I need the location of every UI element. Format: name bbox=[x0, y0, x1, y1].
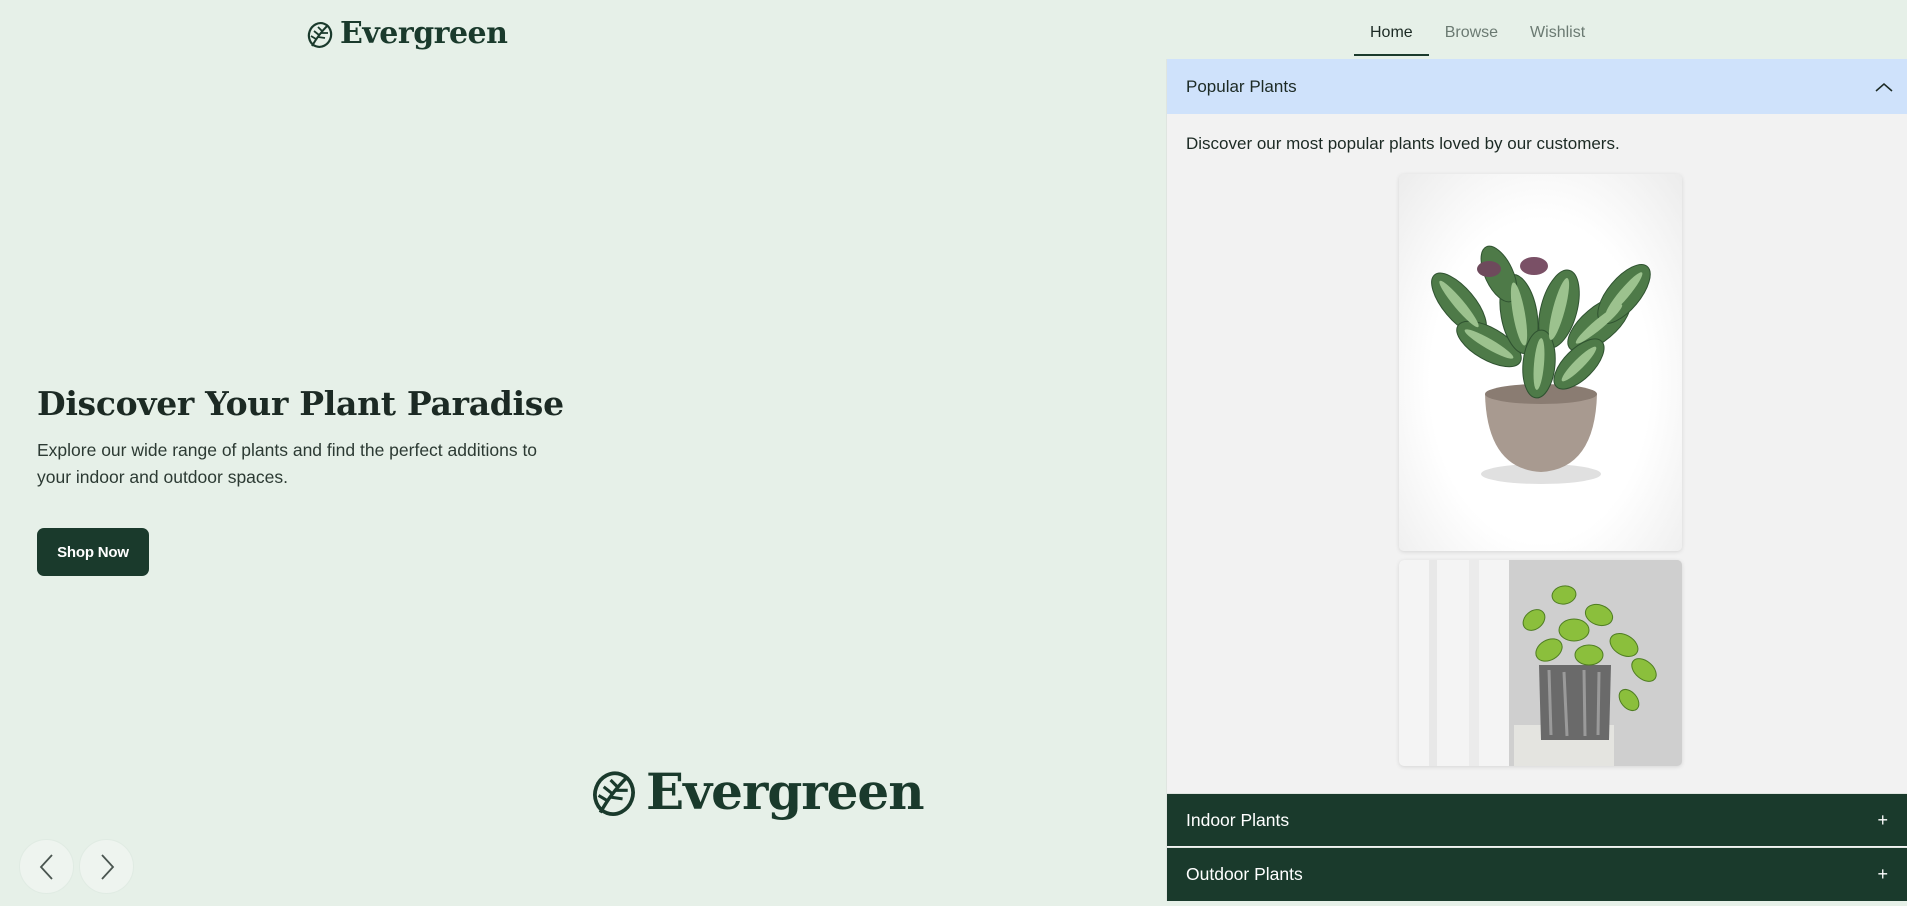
plus-icon: + bbox=[1877, 864, 1888, 884]
header-logo[interactable]: Evergreen bbox=[306, 16, 508, 51]
carousel-prev-button[interactable] bbox=[19, 839, 74, 894]
chevron-left-icon bbox=[39, 853, 53, 880]
chevron-up-icon bbox=[1875, 82, 1893, 92]
accordion-header-popular-plants[interactable]: Popular Plants bbox=[1167, 59, 1907, 114]
page: Evergreen Discover Your Plant Paradise E… bbox=[0, 0, 1907, 906]
leaf-logo-icon bbox=[593, 770, 635, 816]
tab-home[interactable]: Home bbox=[1354, 14, 1429, 56]
tab-browse[interactable]: Browse bbox=[1429, 14, 1514, 56]
shop-now-button[interactable]: Shop Now bbox=[37, 528, 149, 576]
hero-title: Discover Your Plant Paradise bbox=[37, 384, 564, 423]
main-nav: Home Browse Wishlist bbox=[1354, 14, 1601, 56]
plus-icon: + bbox=[1877, 809, 1888, 830]
leaf-logo-icon bbox=[307, 21, 333, 48]
accordion-title: Outdoor Plants bbox=[1186, 864, 1303, 884]
carousel-logo: Evergreen bbox=[590, 762, 925, 821]
brand-name: Evergreen bbox=[340, 16, 508, 51]
accordion-description: Discover our most popular plants loved b… bbox=[1186, 134, 1620, 153]
plants-accordion: Popular Plants Discover our most popular… bbox=[1166, 59, 1907, 901]
carousel-next-button[interactable] bbox=[79, 839, 134, 894]
plant-card-calathea[interactable] bbox=[1399, 174, 1682, 551]
accordion-body-popular-plants: Discover our most popular plants loved b… bbox=[1167, 114, 1907, 790]
calathea-plant-image bbox=[1431, 245, 1651, 484]
pothos-plant-image bbox=[1399, 560, 1682, 766]
hero-section: Discover Your Plant Paradise Explore our… bbox=[37, 384, 597, 491]
accordion-header-outdoor-plants[interactable]: Outdoor Plants + bbox=[1167, 847, 1907, 901]
accordion-title: Popular Plants bbox=[1186, 76, 1297, 96]
accordion-header-indoor-plants[interactable]: Indoor Plants + bbox=[1167, 793, 1907, 846]
plant-card-pothos[interactable] bbox=[1399, 560, 1682, 766]
accordion-title: Indoor Plants bbox=[1186, 809, 1290, 830]
tab-wishlist[interactable]: Wishlist bbox=[1514, 14, 1601, 56]
chevron-right-icon bbox=[100, 853, 114, 880]
hero-subtitle: Explore our wide range of plants and fin… bbox=[37, 440, 538, 487]
brand-name-large: Evergreen bbox=[646, 762, 925, 821]
